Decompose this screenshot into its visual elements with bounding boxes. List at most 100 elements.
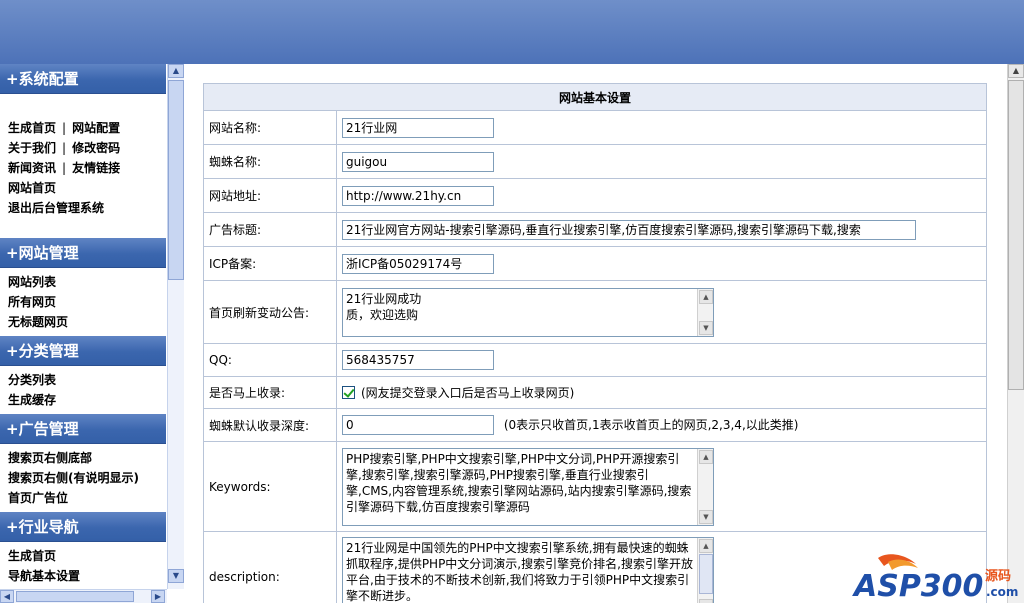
menu-link[interactable]: 关于我们 xyxy=(8,141,56,155)
table-row: 蜘蛛默认收录深度: (0表示只收首页,1表示收首页上的网页,2,3,4,以此类推… xyxy=(203,408,987,442)
menu-separator: | xyxy=(62,121,67,135)
menu-link[interactable]: 修改密码 xyxy=(72,141,120,155)
menu-link[interactable]: 网站列表 xyxy=(8,275,56,289)
menu-section-body: 分类列表 生成缓存 xyxy=(0,366,166,414)
scroll-right-arrow-icon[interactable]: ▶ xyxy=(151,590,165,603)
menu-section-body: 搜索页右侧底部搜索页右侧(有说明显示) 首页广告位 xyxy=(0,444,166,512)
menu-separator: | xyxy=(62,161,67,175)
menu-row: 网站列表 xyxy=(8,272,166,292)
description-textarea[interactable]: 21行业网是中国领先的PHP中文搜索引擎系统,拥有最快速的蜘蛛抓取程序,提供PH… xyxy=(343,538,713,603)
main-vertical-scrollbar[interactable]: ▲ xyxy=(1007,64,1024,603)
scroll-up-arrow-icon[interactable]: ▲ xyxy=(699,539,713,553)
depth-input[interactable] xyxy=(342,415,494,435)
depth-label: 蜘蛛默认收录深度: xyxy=(203,408,337,442)
notice-textarea[interactable]: 21行业网成功 质，欢迎选购 xyxy=(343,288,713,336)
keywords-textarea[interactable]: PHP搜索引擎,PHP中文搜索引擎,PHP中文分词,PHP开源搜索引擎,搜索引擎… xyxy=(343,448,713,525)
textarea-scrollbar[interactable]: ▲ ▼ xyxy=(697,448,713,525)
menu-section-body: 网站列表所有网页无标题网页 xyxy=(0,268,166,336)
page-title: 网站基本设置 xyxy=(203,83,987,111)
menu-section-body: 生成首页导航基本设置 xyxy=(0,542,166,589)
spider-name-input[interactable] xyxy=(342,151,494,172)
menu-link[interactable]: 生成首页 xyxy=(8,121,56,135)
menu-link[interactable]: 网站配置 xyxy=(72,121,120,135)
auto-include-label: 是否马上收录: xyxy=(203,376,337,409)
menu-link[interactable]: 无标题网页 xyxy=(8,315,68,329)
scroll-left-arrow-icon[interactable]: ◀ xyxy=(0,590,14,603)
menu-link[interactable]: 分类列表 xyxy=(8,373,56,387)
logo-brand-text: ASP300 xyxy=(852,569,983,602)
menu-link[interactable]: 友情链接 xyxy=(72,161,120,175)
scroll-up-arrow-icon[interactable]: ▲ xyxy=(699,449,713,464)
menu-row: 生成首页 | 网站配置 xyxy=(8,118,166,138)
menu-link[interactable]: 新闻资讯 xyxy=(8,161,56,175)
menu-row: 退出后台管理系统 xyxy=(8,198,166,218)
scroll-thumb[interactable] xyxy=(699,554,713,594)
logo-domain-text: .com xyxy=(986,585,1018,599)
depth-note: (0表示只收首页,1表示收首页上的网页,2,3,4,以此类推) xyxy=(503,418,799,432)
scroll-down-arrow-icon[interactable]: ▼ xyxy=(699,320,713,335)
menu-row: 所有网页 xyxy=(8,292,166,312)
left-horizontal-scrollbar[interactable]: ◀ ▶ xyxy=(0,589,167,603)
site-url-label: 网站地址: xyxy=(203,178,337,213)
menu-link[interactable]: 生成首页 xyxy=(8,549,56,563)
menu-row: 无标题网页 xyxy=(8,312,166,332)
table-row: ICP备案: xyxy=(203,246,987,281)
menu-section-header[interactable]: +分类管理 xyxy=(0,336,166,366)
menu-row: 搜索页右侧(有说明显示) xyxy=(8,468,166,488)
menu-section-header[interactable]: +网站管理 xyxy=(0,238,166,268)
qq-label: QQ: xyxy=(203,343,337,377)
auto-include-checkbox[interactable] xyxy=(342,386,355,399)
keywords-textarea-wrapper: PHP搜索引擎,PHP中文搜索引擎,PHP中文分词,PHP开源搜索引擎,搜索引擎… xyxy=(342,447,714,526)
asp300-logo: ASP300 源码 .com xyxy=(852,554,1018,602)
site-url-input[interactable] xyxy=(342,185,494,206)
icp-label: ICP备案: xyxy=(203,246,337,281)
notice-label: 首页刷新变动公告: xyxy=(203,280,337,344)
scroll-down-arrow-icon[interactable]: ▼ xyxy=(699,509,713,524)
ad-title-input[interactable] xyxy=(342,219,916,240)
table-row: QQ: xyxy=(203,343,987,377)
menu-section-header[interactable]: +系统配置 xyxy=(0,64,166,94)
menu-row: 生成首页 xyxy=(8,546,166,566)
site-name-input[interactable] xyxy=(342,117,494,138)
menu-row: 关于我们 | 修改密码 xyxy=(8,138,166,158)
menu-link[interactable]: 搜索页右侧(有说明显示) xyxy=(8,471,139,485)
scroll-up-arrow-icon[interactable]: ▲ xyxy=(699,289,713,304)
menu-link[interactable]: 搜索页右侧底部 xyxy=(8,451,92,465)
table-row: 广告标题: xyxy=(203,212,987,247)
scroll-up-arrow-icon[interactable]: ▲ xyxy=(1008,64,1024,78)
table-row: 是否马上收录: (网友提交登录入口后是否马上收录网页) xyxy=(203,376,987,409)
qq-input[interactable] xyxy=(342,350,494,370)
menu-row: 网站首页 xyxy=(8,178,166,198)
left-navigation-frame: +系统配置 生成首页 | 网站配置 关于我们 | 修改密码 新闻资讯 | 友情链接 网站首页 退出后台… xyxy=(0,64,184,603)
menu-row: 搜索页右侧底部 xyxy=(8,448,166,468)
menu-link[interactable]: 导航基本设置 xyxy=(8,569,80,583)
menu-link[interactable]: 网站首页 xyxy=(8,181,56,195)
menu-section-header[interactable]: +广告管理 xyxy=(0,414,166,444)
menu-link[interactable]: 退出后台管理系统 xyxy=(8,201,104,215)
main-content-frame: 网站基本设置 网站名称: 蜘蛛名称: 网站地址: 广告标题: ICP备案: 首页… xyxy=(184,64,1024,603)
menu-section-header[interactable]: +行业导航 xyxy=(0,512,166,542)
logo-suffix-text: 源码 xyxy=(985,568,1011,584)
scroll-up-arrow-icon[interactable]: ▲ xyxy=(168,64,184,78)
scroll-thumb[interactable] xyxy=(16,591,134,602)
auto-include-note: (网友提交登录入口后是否马上收录网页) xyxy=(361,386,575,400)
description-label: description: xyxy=(203,531,337,603)
notice-textarea-wrapper: 21行业网成功 质，欢迎选购 ▲ ▼ xyxy=(342,287,714,337)
menu-link[interactable]: 生成缓存 xyxy=(8,393,56,407)
keywords-label: Keywords: xyxy=(203,441,337,532)
scroll-down-arrow-icon[interactable]: ▼ xyxy=(168,569,184,583)
menu-row: 新闻资讯 | 友情链接 xyxy=(8,158,166,178)
left-vertical-scrollbar[interactable]: ▲ ▼ xyxy=(167,64,184,589)
top-banner xyxy=(0,0,1024,64)
menu-link[interactable]: 首页广告位 xyxy=(8,491,68,505)
scroll-thumb[interactable] xyxy=(168,80,184,280)
scroll-down-arrow-icon[interactable]: ▼ xyxy=(699,599,713,603)
table-row: 首页刷新变动公告: 21行业网成功 质，欢迎选购 ▲ ▼ xyxy=(203,280,987,344)
menu-link[interactable]: 所有网页 xyxy=(8,295,56,309)
textarea-scrollbar[interactable]: ▲ ▼ xyxy=(697,538,713,603)
site-settings-table: 网站基本设置 网站名称: 蜘蛛名称: 网站地址: 广告标题: ICP备案: 首页… xyxy=(203,83,987,603)
icp-input[interactable] xyxy=(342,253,494,274)
textarea-scrollbar[interactable]: ▲ ▼ xyxy=(697,288,713,336)
scroll-thumb[interactable] xyxy=(1008,80,1024,390)
site-name-label: 网站名称: xyxy=(203,110,337,145)
